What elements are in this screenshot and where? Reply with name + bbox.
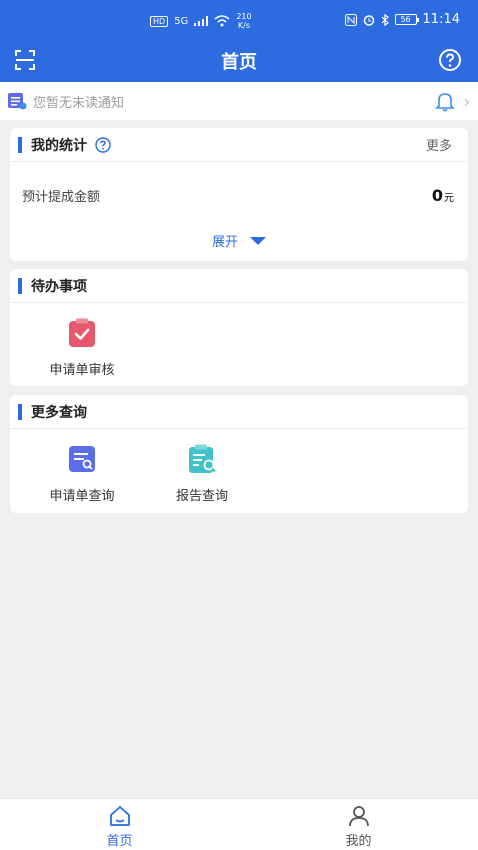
todo-card: 待办事项 申请单审核 <box>10 269 468 386</box>
section-bar <box>18 277 22 294</box>
nfc-icon <box>344 13 357 26</box>
section-bar <box>18 403 22 420</box>
page-title: 首页 <box>221 52 257 73</box>
signal-icon <box>194 16 209 26</box>
nav-bar: 首页 <box>0 40 478 82</box>
tile-application-query[interactable]: 申请单查询 <box>22 429 142 504</box>
more-link[interactable]: 更多 <box>426 135 452 154</box>
status-left: HD 5G 210 K/s <box>150 12 252 30</box>
query-card: 更多查询 申请单查询 报告查询 <box>10 395 468 513</box>
chevron-right-icon: › <box>463 91 470 111</box>
alarm-icon <box>363 14 374 26</box>
expand-label: 展开 <box>211 235 238 250</box>
stats-title: 我的统计 <box>31 137 87 154</box>
tab-home-label: 首页 <box>106 834 133 849</box>
tile-label: 申请单审核 <box>49 363 115 378</box>
net-speed-unit: K/s <box>237 21 250 30</box>
todo-header: 待办事项 <box>10 269 468 303</box>
clock: 11:14 <box>422 12 460 27</box>
home-icon <box>109 806 130 826</box>
status-right: 56 11:14 <box>344 12 460 27</box>
notice-text: 您暂无未读通知 <box>33 95 125 111</box>
query-title: 更多查询 <box>31 404 87 421</box>
tile-label: 报告查询 <box>175 489 228 504</box>
status-bar: HD 5G 210 K/s 56 11:14 <box>0 0 478 40</box>
todo-title: 待办事项 <box>31 278 87 295</box>
network-label: 5G <box>174 15 189 27</box>
tab-bar: 首页 我的 <box>0 798 478 850</box>
query-tiles: 申请单查询 报告查询 <box>10 429 468 504</box>
stat-value-group: 0元 <box>432 186 454 205</box>
stats-header: 我的统计 更多 <box>10 128 468 162</box>
stat-row: 预计提成金额 0元 <box>10 186 468 205</box>
hd-badge: HD <box>150 15 169 27</box>
section-bar <box>18 136 22 153</box>
help-icon[interactable] <box>438 48 462 72</box>
tile-application-review[interactable]: 申请单审核 <box>22 303 142 378</box>
wifi-icon <box>214 15 230 27</box>
question-icon[interactable] <box>95 136 111 153</box>
net-speed-value: 210 <box>236 12 252 21</box>
notice-doc-icon <box>8 93 27 110</box>
report-search-icon <box>189 444 216 473</box>
stats-card: 我的统计 更多 预计提成金额 0元 展开 <box>10 128 468 261</box>
clipboard-check-icon <box>69 318 95 347</box>
query-header: 更多查询 <box>10 395 468 429</box>
notice-bar[interactable]: 您暂无未读通知 › <box>0 82 478 120</box>
user-icon <box>348 806 369 827</box>
doc-search-icon <box>69 446 95 472</box>
battery-icon: 56 <box>394 14 419 25</box>
stat-value: 0 <box>431 186 443 205</box>
todo-tiles: 申请单审核 <box>10 303 468 378</box>
bluetooth-icon <box>381 13 389 26</box>
bell-icon[interactable] <box>434 90 456 112</box>
tile-report-query[interactable]: 报告查询 <box>142 429 262 504</box>
triangle-down-icon <box>250 236 266 245</box>
expand-button[interactable]: 展开 <box>10 231 468 250</box>
tab-home[interactable]: 首页 <box>0 799 239 850</box>
stat-unit: 元 <box>444 193 454 204</box>
stat-label: 预计提成金额 <box>22 190 101 205</box>
tile-label: 申请单查询 <box>49 489 115 504</box>
net-speed: 210 K/s <box>236 12 251 30</box>
tab-mine[interactable]: 我的 <box>239 799 478 850</box>
tab-mine-label: 我的 <box>345 834 372 849</box>
